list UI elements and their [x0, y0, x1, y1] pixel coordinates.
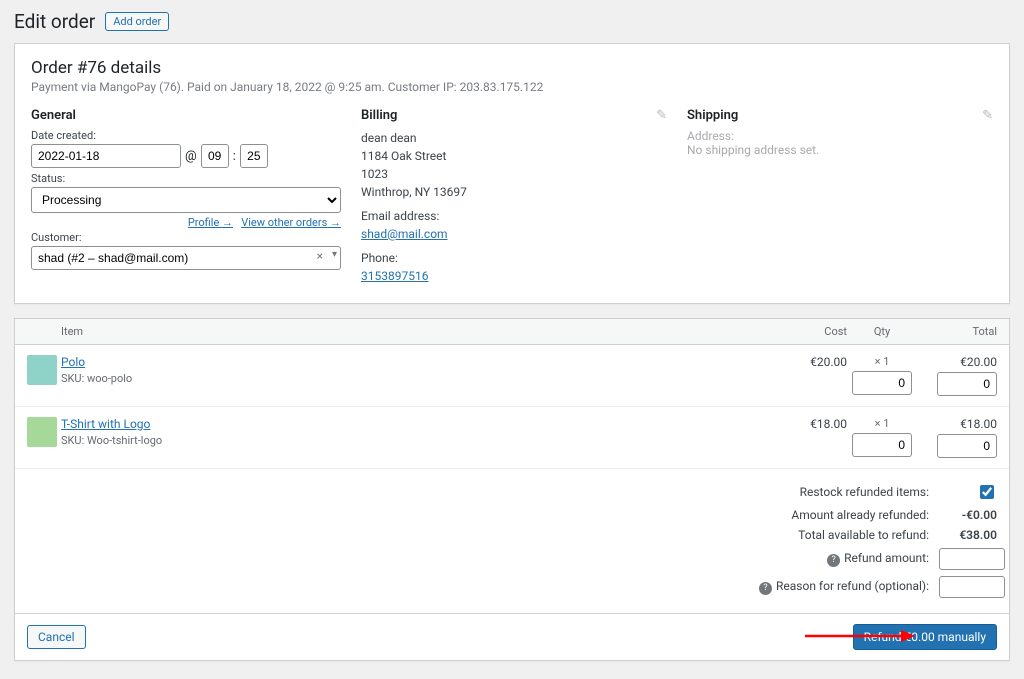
- date-created-label: Date created:: [31, 129, 341, 142]
- billing-column: ✎ Billing dean dean 1184 Oak Street 1023…: [361, 108, 667, 285]
- col-item: Item: [61, 325, 777, 338]
- general-column: General Date created: @ : Status: Proces…: [31, 108, 341, 285]
- col-cost: Cost: [777, 325, 847, 338]
- product-sku: SKU: woo-polo: [61, 372, 777, 385]
- view-other-orders-link[interactable]: View other orders →: [241, 216, 341, 229]
- line-qty: × 1: [875, 355, 890, 368]
- restock-label: Restock refunded items:: [719, 485, 929, 499]
- billing-city: Winthrop, NY 13697: [361, 183, 667, 201]
- line-item: PoloSKU: woo-polo€20.00× 1€20.00: [15, 345, 1009, 407]
- line-item: T-Shirt with LogoSKU: Woo-tshirt-logo€18…: [15, 407, 1009, 469]
- product-name-link[interactable]: T-Shirt with Logo: [61, 417, 150, 431]
- refund-reason-label: Reason for refund (optional):: [776, 579, 929, 593]
- billing-phone-label: Phone:: [361, 249, 667, 267]
- general-title: General: [31, 108, 341, 123]
- product-thumb: [27, 417, 57, 447]
- customer-select[interactable]: [31, 246, 341, 270]
- line-total: €18.00: [960, 417, 997, 431]
- shipping-title: Shipping: [687, 108, 993, 123]
- line-cost: €18.00: [777, 417, 847, 431]
- status-select[interactable]: Processing: [31, 187, 341, 213]
- date-colon: :: [233, 149, 236, 164]
- line-qty: × 1: [875, 417, 890, 430]
- refund-reason-input[interactable]: [939, 576, 1005, 598]
- order-heading: Order #76 details: [31, 58, 993, 78]
- billing-phone-link[interactable]: 3153897516: [361, 269, 428, 283]
- date-at: @: [185, 149, 197, 164]
- shipping-address-label: Address:: [687, 129, 993, 143]
- help-icon[interactable]: ?: [827, 554, 840, 567]
- date-hour-input[interactable]: [201, 144, 229, 168]
- customer-label: Customer:: [31, 231, 341, 244]
- available-refund-label: Total available to refund:: [719, 528, 929, 542]
- line-total: €20.00: [960, 355, 997, 369]
- add-order-button[interactable]: Add order: [105, 12, 169, 31]
- billing-email-link[interactable]: shad@mail.com: [361, 227, 448, 241]
- edit-shipping-icon[interactable]: ✎: [982, 108, 993, 123]
- refund-manually-button[interactable]: Refund €0.00 manually: [853, 624, 997, 650]
- order-items-panel: Item Cost Qty Total PoloSKU: woo-polo€20…: [14, 318, 1010, 661]
- order-subheading: Payment via MangoPay (76). Paid on Janua…: [31, 80, 993, 94]
- billing-email-label: Email address:: [361, 207, 667, 225]
- billing-name: dean dean: [361, 129, 667, 147]
- order-details-panel: Order #76 details Payment via MangoPay (…: [14, 43, 1010, 304]
- product-name-link[interactable]: Polo: [61, 355, 85, 369]
- chevron-down-icon[interactable]: ▾: [332, 249, 337, 260]
- refund-summary: Restock refunded items: Amount already r…: [15, 469, 1009, 613]
- refund-total-input[interactable]: [937, 434, 997, 458]
- col-qty: Qty: [847, 325, 917, 338]
- profile-link[interactable]: Profile →: [188, 216, 233, 229]
- help-icon[interactable]: ?: [759, 582, 772, 595]
- page-title: Edit order: [14, 10, 95, 33]
- date-minute-input[interactable]: [240, 144, 268, 168]
- date-created-input[interactable]: [31, 144, 181, 168]
- clear-customer-icon[interactable]: ×: [317, 249, 323, 263]
- status-label: Status:: [31, 172, 341, 185]
- refund-amount-input[interactable]: [939, 548, 1005, 570]
- cancel-button[interactable]: Cancel: [27, 625, 86, 649]
- billing-title: Billing: [361, 108, 667, 123]
- already-refunded-label: Amount already refunded:: [719, 508, 929, 522]
- refund-amount-label: Refund amount:: [844, 551, 929, 565]
- line-cost: €20.00: [777, 355, 847, 369]
- product-thumb: [27, 355, 57, 385]
- col-total: Total: [917, 325, 997, 338]
- shipping-column: ✎ Shipping Address: No shipping address …: [687, 108, 993, 285]
- refund-qty-input[interactable]: [852, 371, 912, 395]
- billing-unit: 1023: [361, 165, 667, 183]
- already-refunded-value: -€0.00: [939, 508, 997, 522]
- product-sku: SKU: Woo-tshirt-logo: [61, 434, 777, 447]
- shipping-none: No shipping address set.: [687, 143, 993, 157]
- refund-qty-input[interactable]: [852, 433, 912, 457]
- restock-checkbox[interactable]: [980, 485, 994, 499]
- available-refund-value: €38.00: [939, 528, 997, 542]
- billing-street: 1184 Oak Street: [361, 147, 667, 165]
- refund-total-input[interactable]: [937, 372, 997, 396]
- edit-billing-icon[interactable]: ✎: [656, 108, 667, 123]
